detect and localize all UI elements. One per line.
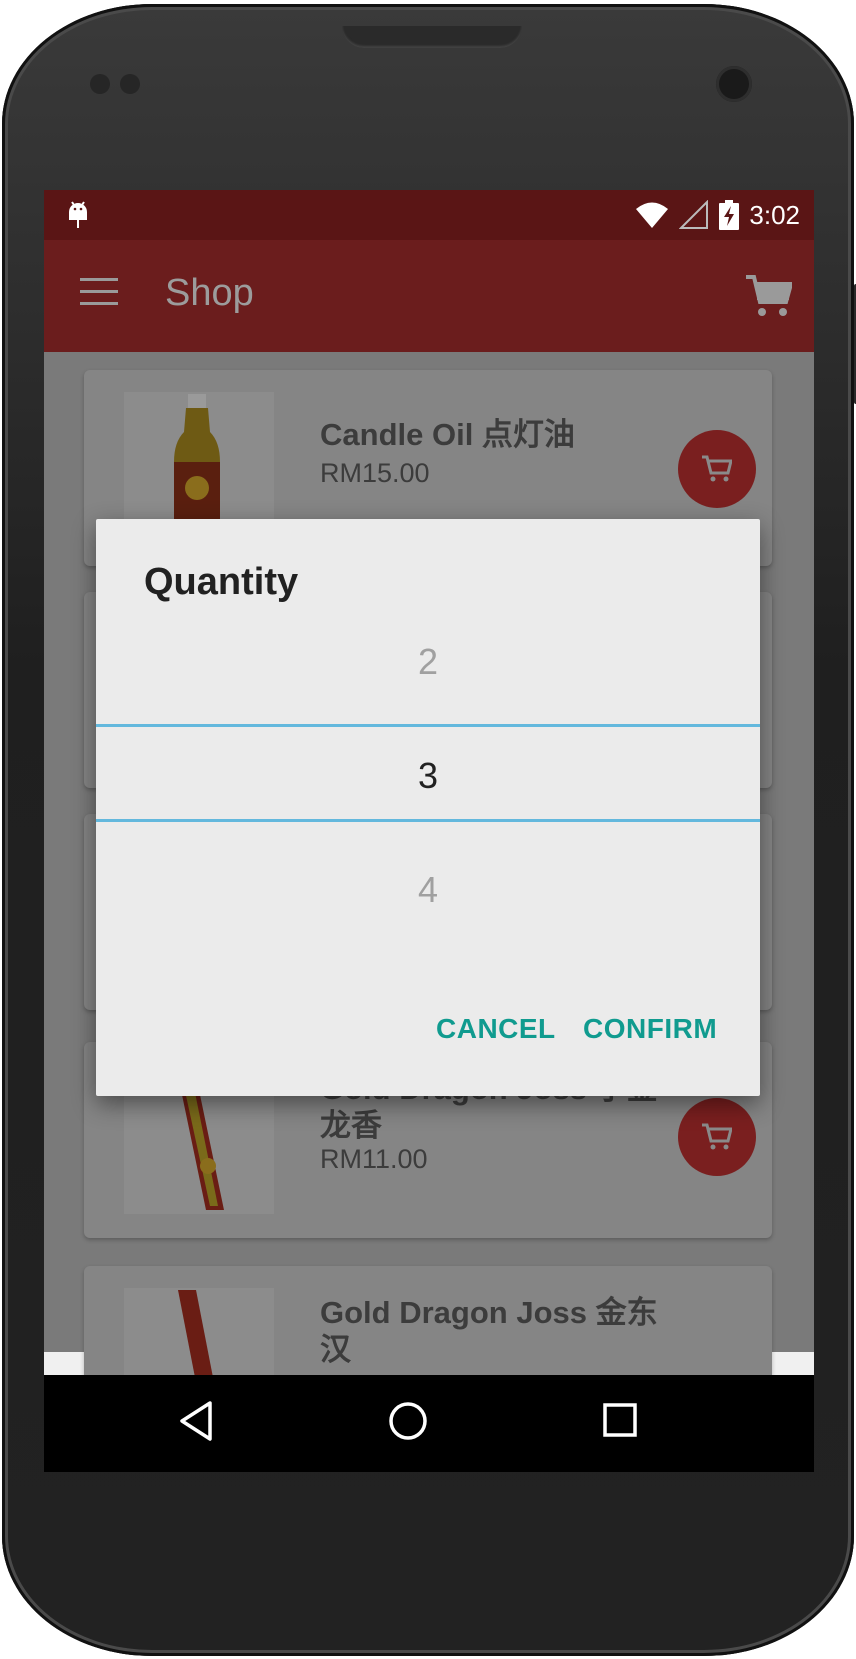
add-to-cart-button[interactable] [678, 430, 756, 508]
phone-frame: 3:02 Shop Candle Oil 点灯油 RM15.00 龙香 RM11… [2, 4, 856, 1656]
signal-icon [679, 200, 709, 229]
picker-option-selected[interactable]: 3 [96, 755, 760, 797]
battery-charging-icon [719, 200, 740, 230]
confirm-button[interactable]: CONFIRM [583, 1013, 717, 1045]
page-title: Shop [165, 272, 254, 314]
back-icon[interactable] [176, 1399, 216, 1443]
picker-divider-top [96, 724, 760, 727]
picker-option-previous[interactable]: 2 [96, 641, 760, 683]
product-price: RM15.00 [320, 458, 430, 488]
picker-divider-bottom [96, 819, 760, 822]
recents-icon[interactable] [600, 1399, 640, 1443]
home-icon[interactable] [386, 1399, 430, 1443]
screen: 3:02 Shop Candle Oil 点灯油 RM15.00 龙香 RM11… [44, 190, 814, 1472]
status-time: 3:02 [749, 199, 800, 230]
dialog-title: Quantity [144, 561, 299, 603]
light-sensor [120, 74, 140, 94]
android-debug-icon [69, 201, 87, 228]
add-to-cart-icon [702, 455, 732, 482]
add-to-cart-icon [702, 1123, 732, 1150]
picker-option-next[interactable]: 4 [96, 869, 760, 911]
navigation-bar [44, 1375, 814, 1472]
wifi-icon [636, 202, 669, 228]
front-camera [716, 66, 752, 102]
cancel-button[interactable]: CANCEL [436, 1013, 556, 1045]
cart-icon[interactable] [746, 274, 792, 318]
add-to-cart-button[interactable] [678, 1098, 756, 1176]
earpiece-speaker [342, 26, 522, 48]
app-bar: Shop [44, 240, 814, 352]
product-name: Gold Dragon Joss 金东汉 [320, 1295, 658, 1367]
status-bar: 3:02 [44, 190, 814, 240]
product-name: Candle Oil 点灯油 [320, 417, 575, 452]
quantity-dialog: Quantity 2 3 4 CANCEL CONFIRM [96, 519, 760, 1096]
menu-icon[interactable] [80, 278, 118, 308]
product-price: RM11.00 [320, 1144, 428, 1174]
proximity-sensor [90, 74, 110, 94]
